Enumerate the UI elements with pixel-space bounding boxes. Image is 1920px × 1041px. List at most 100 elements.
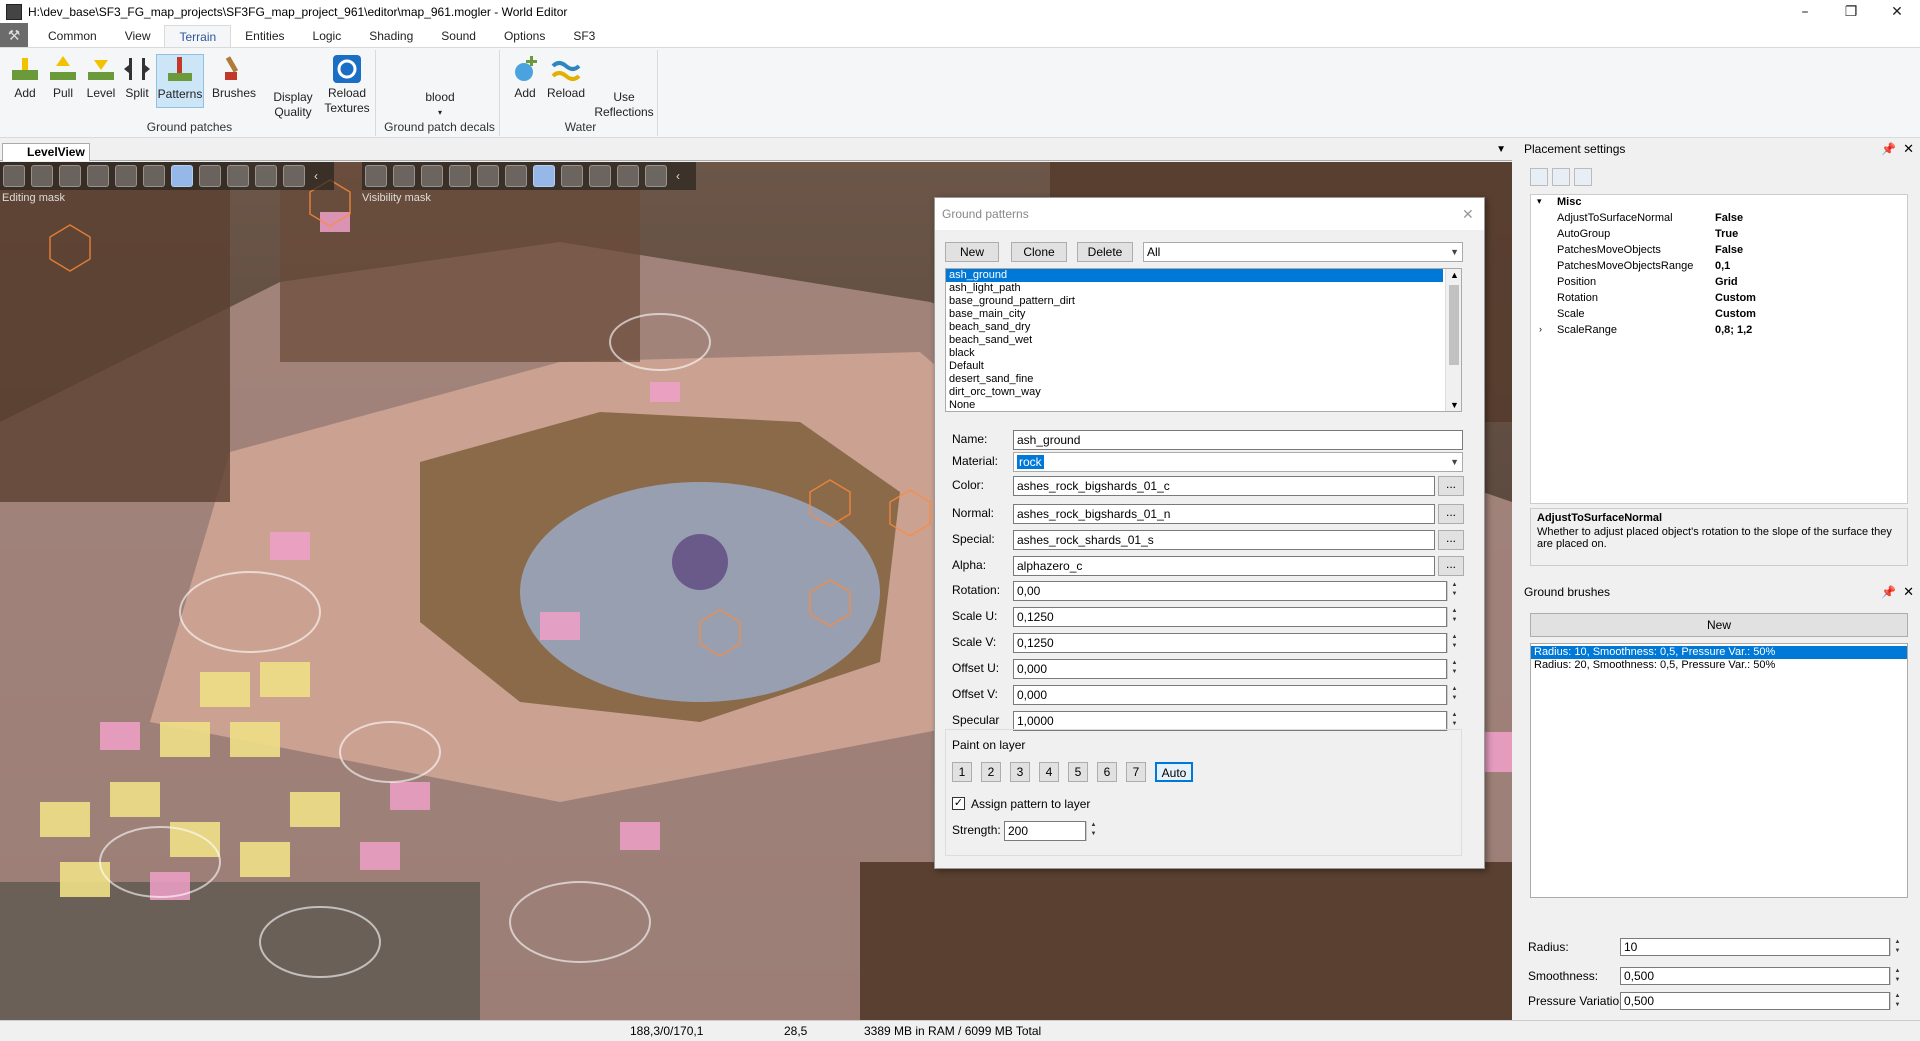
tab-levelview[interactable]: LevelView	[2, 143, 90, 161]
brushes-button[interactable]: Brushes	[210, 54, 258, 101]
strength-field[interactable]: 200	[1004, 821, 1086, 841]
category-row[interactable]: ▾ Misc	[1531, 195, 1907, 211]
material-select[interactable]: rock ▼	[1013, 452, 1463, 472]
sound-icon[interactable]	[199, 165, 221, 187]
road-icon[interactable]	[59, 165, 81, 187]
special-texture-field[interactable]: ashes_rock_shards_01_s	[1013, 530, 1435, 550]
layer-6-button[interactable]: 6	[1097, 762, 1117, 782]
light-icon[interactable]	[143, 165, 165, 187]
list-item[interactable]: beach_sand_wet	[946, 334, 1443, 347]
property-grid[interactable]: ▾ Misc AdjustToSurfaceNormal False AutoGr…	[1530, 194, 1908, 504]
clone-pattern-button[interactable]: Clone	[1011, 242, 1067, 262]
scalev-field[interactable]: 0,1250	[1013, 633, 1447, 653]
property-value[interactable]: False	[1715, 244, 1743, 256]
property-row[interactable]: Scale Custom	[1531, 307, 1907, 323]
normal-texture-field[interactable]: ashes_rock_bigshards_01_n	[1013, 504, 1435, 524]
property-row[interactable]: › ScaleRange 0,8; 1,2	[1531, 323, 1907, 339]
split-button[interactable]: Split	[120, 54, 154, 101]
property-row[interactable]: PatchesMoveObjects False	[1531, 243, 1907, 259]
list-item[interactable]: Radius: 20, Smoothness: 0,5, Pressure Va…	[1531, 659, 1907, 672]
new-brush-button[interactable]: New	[1530, 613, 1908, 637]
rotation-field[interactable]: 0,00	[1013, 581, 1447, 601]
terrain-icon[interactable]	[365, 165, 387, 187]
new-pattern-button[interactable]: New	[945, 242, 999, 262]
pull-button[interactable]: Pull	[46, 54, 80, 101]
property-value[interactable]: Custom	[1715, 308, 1756, 320]
specular-field[interactable]: 1,0000	[1013, 711, 1447, 731]
radius-field[interactable]: 10	[1620, 938, 1890, 956]
property-row[interactable]: PatchesMoveObjectsRange 0,1	[1531, 259, 1907, 275]
categorized-icon[interactable]	[1530, 168, 1548, 186]
maximize-icon[interactable]: ❐	[1828, 0, 1874, 24]
pattern-list[interactable]: ash_ground ash_light_path base_ground_pa…	[945, 268, 1462, 412]
property-value[interactable]: False	[1715, 212, 1743, 224]
property-pages-icon[interactable]	[1574, 168, 1592, 186]
offsetu-field[interactable]: 0,000	[1013, 659, 1447, 679]
chevron-right-icon[interactable]: ›	[1539, 324, 1542, 334]
bracket-icon[interactable]	[227, 165, 249, 187]
chevron-up-icon[interactable]: ▲	[1450, 270, 1459, 280]
app-menu-icon[interactable]: ⚒	[0, 23, 28, 47]
water-icon[interactable]	[449, 165, 471, 187]
list-item[interactable]: desert_sand_fine	[946, 373, 1443, 386]
layer-2-button[interactable]: 2	[981, 762, 1001, 782]
light-icon[interactable]	[505, 165, 527, 187]
patterns-button[interactable]: Patterns	[156, 54, 204, 108]
settings-icon[interactable]	[645, 165, 667, 187]
list-item[interactable]: ash_ground	[946, 269, 1443, 282]
pattern-filter-select[interactable]: All ▼	[1143, 242, 1463, 262]
tab-terrain[interactable]: Terrain	[164, 25, 232, 47]
name-field[interactable]: ash_ground	[1013, 430, 1463, 450]
chevron-down-icon[interactable]: ▼	[1496, 144, 1506, 155]
layer-4-button[interactable]: 4	[1039, 762, 1059, 782]
scaleu-stepper[interactable]: ▲ ▼	[1447, 607, 1461, 627]
assign-pattern-checkbox[interactable]: ✓	[952, 797, 965, 810]
chevron-left-icon[interactable]: ‹	[314, 169, 318, 183]
property-value[interactable]: 0,1	[1715, 260, 1730, 272]
offsetu-stepper[interactable]: ▲ ▼	[1447, 659, 1461, 679]
road-icon[interactable]	[421, 165, 443, 187]
alpha-texture-field[interactable]: alphazero_c	[1013, 556, 1435, 576]
smoothness-stepper[interactable]: ▲ ▼	[1890, 967, 1904, 985]
scroll-thumb[interactable]	[1449, 285, 1459, 365]
display-quality-button[interactable]: Display Quality	[268, 90, 318, 120]
property-row[interactable]: AdjustToSurfaceNormal False	[1531, 211, 1907, 227]
marker-icon[interactable]	[617, 165, 639, 187]
strength-stepper[interactable]: ▲ ▼	[1086, 821, 1100, 841]
tab-sf3[interactable]: SF3	[559, 25, 609, 47]
list-item[interactable]: Default	[946, 360, 1443, 373]
list-item[interactable]: beach_sand_dry	[946, 321, 1443, 334]
property-row[interactable]: Rotation Custom	[1531, 291, 1907, 307]
patch-icon[interactable]	[393, 165, 415, 187]
specular-stepper[interactable]: ▲ ▼	[1447, 711, 1461, 731]
grid-icon[interactable]	[171, 165, 193, 187]
tab-entities[interactable]: Entities	[231, 25, 298, 47]
sort-az-icon[interactable]	[1552, 168, 1570, 186]
chevron-left-icon[interactable]: ‹	[676, 169, 680, 183]
list-item[interactable]: None	[946, 399, 1443, 411]
property-value[interactable]: True	[1715, 228, 1738, 240]
chevron-down-icon[interactable]: ▼	[1450, 400, 1459, 410]
layer-7-button[interactable]: 7	[1126, 762, 1146, 782]
close-icon[interactable]: ✕	[1874, 0, 1920, 24]
close-icon[interactable]: ✕	[1462, 206, 1478, 222]
layer-auto-button[interactable]: Auto	[1155, 762, 1193, 782]
offsetv-stepper[interactable]: ▲ ▼	[1447, 685, 1461, 705]
smoothness-field[interactable]: 0,500	[1620, 967, 1890, 985]
use-reflections-button[interactable]: Use Reflections	[592, 90, 656, 120]
property-value[interactable]: Grid	[1715, 276, 1738, 288]
decal-selector[interactable]: blood ▾	[400, 90, 480, 120]
list-icon[interactable]	[115, 165, 137, 187]
property-value[interactable]: 0,8; 1,2	[1715, 324, 1752, 336]
minimize-icon[interactable]: –	[1782, 0, 1828, 24]
close-icon[interactable]: ✕	[1903, 138, 1914, 160]
sound-icon[interactable]	[561, 165, 583, 187]
tab-logic[interactable]: Logic	[299, 25, 356, 47]
marker-icon[interactable]	[255, 165, 277, 187]
tab-options[interactable]: Options	[490, 25, 559, 47]
layer-5-button[interactable]: 5	[1068, 762, 1088, 782]
rotation-stepper[interactable]: ▲ ▼	[1447, 581, 1461, 601]
level-button[interactable]: Level	[84, 54, 118, 101]
layer-1-button[interactable]: 1	[952, 762, 972, 782]
property-value[interactable]: Custom	[1715, 292, 1756, 304]
